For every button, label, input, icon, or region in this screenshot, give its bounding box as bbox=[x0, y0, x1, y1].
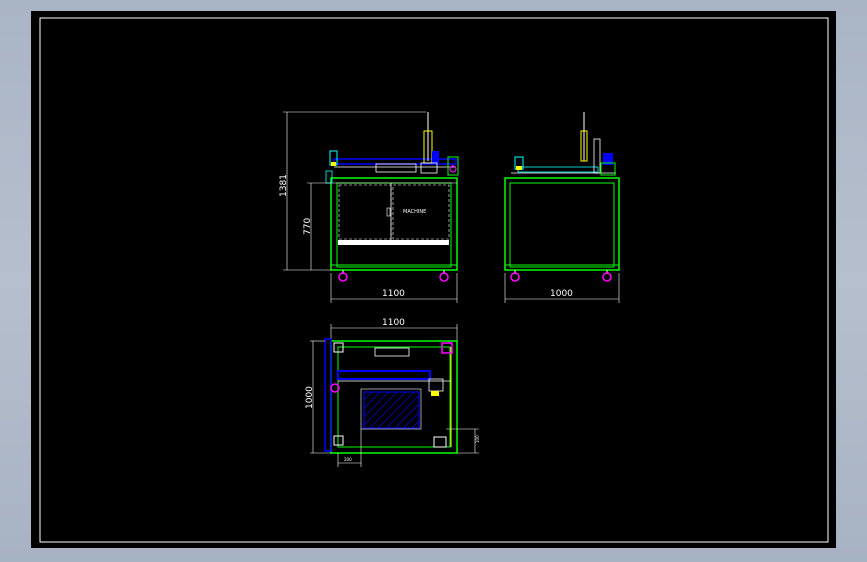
side-view: 1000 bbox=[504, 112, 620, 303]
front-dim-cab-label: 770 bbox=[303, 218, 313, 235]
front-door-handle bbox=[386, 207, 391, 217]
side-cabinet-frame bbox=[504, 177, 620, 271]
side-gantry-beam bbox=[517, 166, 599, 173]
front-gantry-plate bbox=[375, 163, 417, 173]
front-view: MACHINE 1381 770 1100 bbox=[279, 111, 459, 303]
top-dim-depth-label: 1000 bbox=[305, 386, 315, 409]
front-door-left bbox=[338, 184, 392, 240]
top-work-pad bbox=[363, 391, 420, 429]
top-dim-offy-label: 100 bbox=[475, 435, 480, 443]
top-label-plate bbox=[374, 347, 410, 357]
side-caster-right bbox=[602, 272, 612, 282]
side-spindle-post bbox=[593, 138, 601, 174]
front-cabinet-frame bbox=[330, 177, 458, 271]
front-cabinet-inner bbox=[336, 182, 452, 268]
drawing-sheet: MACHINE 1381 770 1100 1000 1100 1000 200… bbox=[31, 11, 836, 548]
cad-drawing: MACHINE 1381 770 1100 1000 1100 1000 200… bbox=[39, 17, 829, 543]
front-panel-label: MACHINE bbox=[403, 209, 426, 215]
side-left-motor-body bbox=[516, 166, 522, 170]
front-spindle-motor bbox=[432, 151, 439, 163]
front-base-plate bbox=[338, 240, 449, 245]
top-gantry bbox=[337, 370, 431, 380]
top-corner-br bbox=[433, 436, 447, 448]
top-view: 1100 1000 200 100 bbox=[305, 318, 480, 467]
front-left-motor-body bbox=[331, 162, 336, 166]
side-caster-left bbox=[510, 272, 520, 282]
front-dim-width-label: 1100 bbox=[382, 289, 405, 299]
top-dim-width-label: 1100 bbox=[382, 318, 405, 328]
front-dim-height-label: 1381 bbox=[279, 174, 289, 197]
top-gantry-motor bbox=[431, 391, 439, 396]
front-caster-right bbox=[439, 272, 449, 282]
top-dim-offx-label: 200 bbox=[344, 457, 352, 462]
top-left-blue-rail bbox=[324, 338, 332, 452]
side-dim-width-label: 1000 bbox=[550, 289, 573, 299]
sheet-border bbox=[39, 17, 829, 543]
front-caster-left bbox=[338, 272, 348, 282]
side-cabinet-inner bbox=[509, 182, 615, 268]
